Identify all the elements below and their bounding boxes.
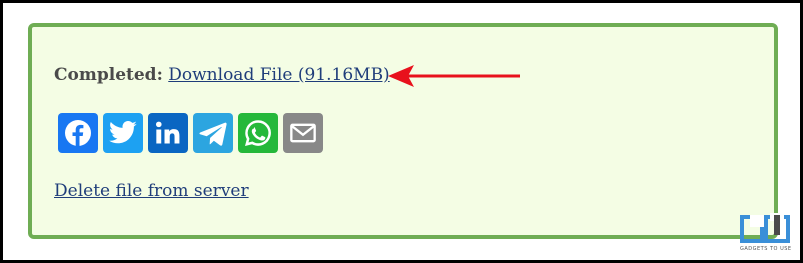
telegram-share-button[interactable] <box>193 113 233 153</box>
telegram-icon <box>199 122 227 146</box>
watermark-text: GADGETS TO USE <box>740 246 792 252</box>
download-file-link[interactable]: Download File (91.16MB) <box>168 65 389 85</box>
twitter-share-button[interactable] <box>103 113 143 153</box>
red-arrow-icon <box>388 65 520 87</box>
email-share-button[interactable] <box>283 113 323 153</box>
facebook-icon <box>65 120 91 147</box>
linkedin-icon <box>155 121 180 144</box>
facebook-share-button[interactable] <box>58 113 98 153</box>
mail-icon <box>290 123 316 143</box>
delete-file-link[interactable]: Delete file from server <box>54 181 249 201</box>
gadgets-to-use-logo <box>740 213 790 243</box>
whatsapp-icon <box>245 120 271 146</box>
status-label: Completed: <box>54 65 163 85</box>
download-result-panel: Completed: Download File (91.16MB) Delet… <box>28 23 778 239</box>
twitter-icon <box>109 121 137 144</box>
screenshot-frame: Completed: Download File (91.16MB) Delet… <box>0 0 803 263</box>
whatsapp-share-button[interactable] <box>238 113 278 153</box>
linkedin-share-button[interactable] <box>148 113 188 153</box>
share-buttons <box>58 113 323 153</box>
status-line: Completed: Download File (91.16MB) <box>54 65 390 85</box>
watermark-logo: GADGETS TO USE <box>738 213 798 255</box>
